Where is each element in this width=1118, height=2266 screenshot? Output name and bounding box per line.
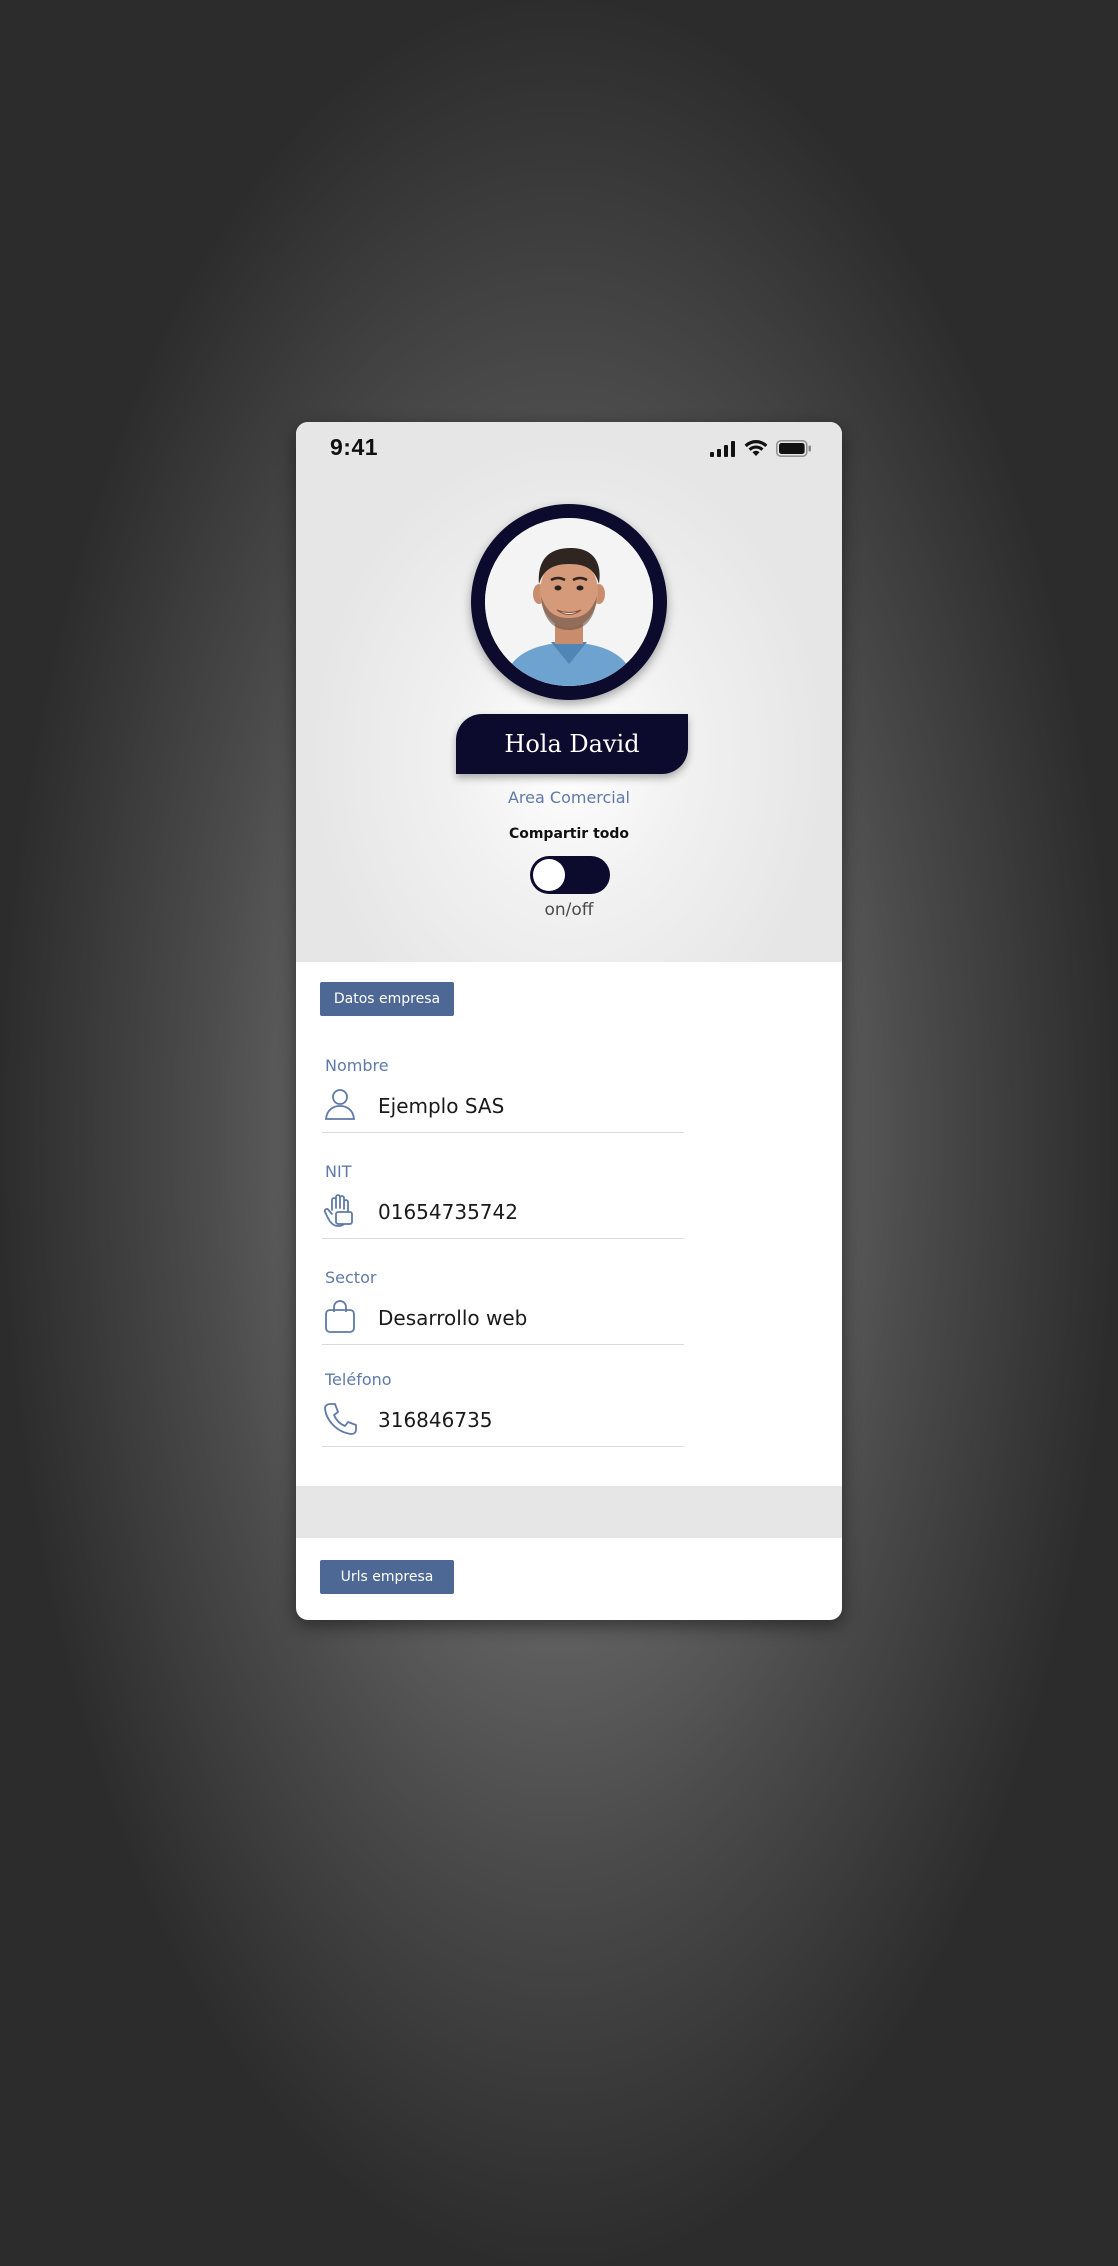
toggle-knob: [533, 859, 565, 891]
status-bar: 9:41: [296, 422, 842, 474]
sector-value: Desarrollo web: [378, 1306, 528, 1330]
signal-icon: [710, 440, 735, 457]
greeting-banner: Hola David: [456, 714, 688, 774]
company-urls-tag[interactable]: Urls empresa: [320, 1560, 454, 1594]
phone-label: Teléfono: [325, 1370, 392, 1389]
user-icon: [325, 1089, 355, 1120]
nit-value: 01654735742: [378, 1200, 518, 1224]
avatar[interactable]: [471, 504, 667, 700]
area-label: Area Comercial: [507, 788, 630, 807]
share-all-label: Compartir todo: [508, 826, 630, 842]
battery-icon: [776, 440, 811, 457]
section-divider: [296, 1486, 842, 1538]
company-data-tag[interactable]: Datos empresa: [320, 982, 454, 1016]
nit-label: NIT: [325, 1162, 352, 1181]
phone-value: 316846735: [378, 1408, 493, 1432]
status-time: 9:41: [330, 434, 379, 460]
status-icons: [710, 440, 812, 457]
name-field[interactable]: Ejemplo SAS: [322, 1082, 684, 1133]
hand-icon: [323, 1194, 353, 1227]
phone-screen: 9:41 Hola David Area Comercial Compartir…: [296, 422, 842, 1620]
toggle-caption: on/off: [544, 900, 594, 920]
greeting-text: Hola David: [504, 730, 640, 758]
phone-icon: [324, 1403, 357, 1435]
person-photo-icon: [485, 518, 653, 686]
name-label: Nombre: [325, 1056, 389, 1075]
sector-label: Sector: [325, 1268, 377, 1287]
wifi-icon: [744, 440, 768, 456]
nit-field[interactable]: 01654735742: [322, 1188, 684, 1239]
avatar-photo: [485, 518, 653, 686]
phone-field[interactable]: 316846735: [322, 1396, 684, 1447]
name-value: Ejemplo SAS: [378, 1094, 505, 1118]
sector-field[interactable]: Desarrollo web: [322, 1294, 684, 1345]
share-all-toggle[interactable]: [530, 856, 610, 894]
shopping-bag-icon: [325, 1300, 355, 1333]
profile-header: 9:41 Hola David Area Comercial Compartir…: [296, 422, 842, 962]
